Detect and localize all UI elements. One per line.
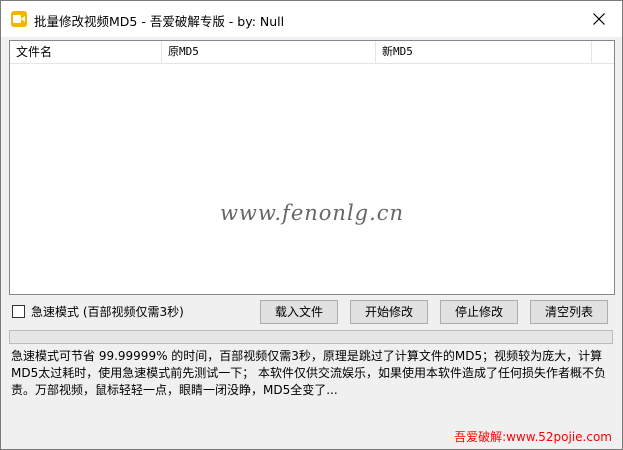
column-header-original-md5[interactable]: 原MD5 <box>162 41 376 63</box>
close-icon <box>593 13 605 25</box>
window-title: 批量修改视频MD5 - 吾爱破解专版 - by: Null <box>34 14 285 29</box>
file-list-header: 文件名 原MD5 新MD5 <box>10 41 614 64</box>
column-header-filename[interactable]: 文件名 <box>10 41 162 63</box>
main-window: 批量修改视频MD5 - 吾爱破解专版 - by: Null 文件名 原MD5 新… <box>0 0 623 450</box>
video-app-icon <box>11 11 27 27</box>
clear-list-button[interactable]: 清空列表 <box>530 300 608 324</box>
file-list[interactable]: 文件名 原MD5 新MD5 www.fenonlg.cn <box>9 40 615 295</box>
description-line-3: 责。万部视频，鼠标轻轻一点，眼睛一闭没睁，MD5全变了... <box>11 383 338 397</box>
start-modify-button[interactable]: 开始修改 <box>350 300 428 324</box>
footer-prefix: 吾爱破解: <box>454 430 507 444</box>
stop-modify-button[interactable]: 停止修改 <box>440 300 518 324</box>
watermark-text: www.fenonlg.cn <box>219 201 405 225</box>
fast-mode-label[interactable]: 急速模式 (百部视频仅需3秒) <box>31 303 184 320</box>
progress-bar <box>9 330 613 344</box>
footer-link[interactable]: 吾爱破解:www.52pojie.com <box>454 428 612 445</box>
footer-url[interactable]: www.52pojie.com <box>506 430 612 444</box>
title-bar[interactable]: 批量修改视频MD5 - 吾爱破解专版 - by: Null <box>1 1 622 37</box>
column-header-new-md5[interactable]: 新MD5 <box>376 41 592 63</box>
fast-mode-checkbox[interactable] <box>12 305 25 318</box>
description-line-1: 急速模式可节省 99.99999% 的时间，百部视频仅需3秒，原理是跳过了计算文… <box>11 349 603 363</box>
description-line-2: MD5太过耗时，使用急速模式前先测试一下； 本软件仅供交流娱乐，如果使用本软件造… <box>11 366 607 380</box>
close-button[interactable] <box>576 1 622 37</box>
load-files-button[interactable]: 载入文件 <box>260 300 338 324</box>
description-text: 急速模式可节省 99.99999% 的时间，百部视频仅需3秒，原理是跳过了计算文… <box>11 348 615 399</box>
